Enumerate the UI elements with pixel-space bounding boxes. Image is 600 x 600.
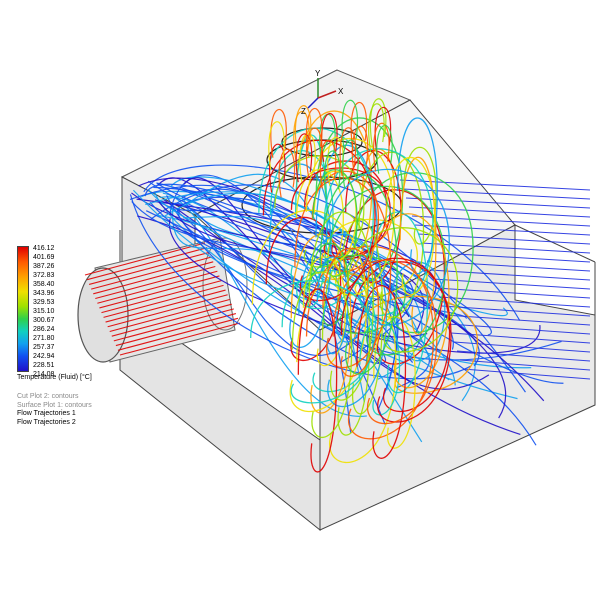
legend-value: 300.67 [33,317,55,324]
plot-item-flow-trajectories-2[interactable]: Flow Trajectories 2 [17,419,92,428]
legend-color-bar [17,246,29,372]
3d-model-view[interactable]: Y X Z [0,0,600,600]
legend-value: 315.10 [33,308,55,315]
legend-value: 329.53 [33,299,55,306]
triad-x-label: X [338,87,344,96]
legend-value: 242.94 [33,353,55,360]
legend-value: 257.37 [33,344,55,351]
legend-value: 286.24 [33,326,55,333]
legend-value: 343.96 [33,290,55,297]
legend-value: 401.69 [33,254,55,261]
plot-item-surface-plot-1[interactable]: Surface Plot 1: contours [17,402,92,411]
legend-title: Temperature (Fluid) [°C] [17,374,92,381]
triad-y-label: Y [315,69,321,78]
legend-value: 228.51 [33,362,55,369]
legend-value: 372.83 [33,272,55,279]
legend-value: 416.12 [33,245,55,252]
plot-list: Cut Plot 2: contours Surface Plot 1: con… [17,393,92,427]
legend-value: 271.80 [33,335,55,342]
plot-item-flow-trajectories-1[interactable]: Flow Trajectories 1 [17,410,92,419]
legend-value: 387.26 [33,263,55,270]
plot-item-cut-plot-2[interactable]: Cut Plot 2: contours [17,393,92,402]
legend-value: 358.40 [33,281,55,288]
triad-z-label: Z [301,107,306,116]
graphics-viewport[interactable]: Y X Z 416.12 401.69 387.26 372.83 358.40… [0,0,600,600]
